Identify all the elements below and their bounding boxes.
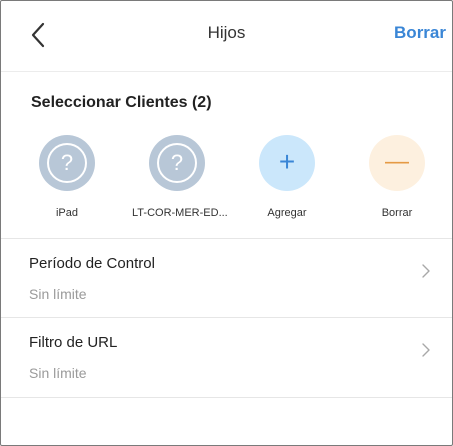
client-label: LT-COR-MER-ED...: [132, 207, 228, 219]
minus-icon: —: [385, 148, 409, 175]
remove-circle: —: [369, 135, 425, 191]
device-avatar: ?: [149, 135, 205, 191]
add-client-button[interactable]: + Agregar: [242, 135, 332, 219]
question-mark-icon: ?: [47, 143, 87, 183]
setting-value: Sin límite: [29, 286, 87, 302]
setting-title: Filtro de URL: [29, 334, 118, 351]
client-item-ipad[interactable]: ? iPad: [22, 135, 112, 219]
remove-label: Borrar: [381, 207, 413, 219]
question-mark-icon: ?: [157, 143, 197, 183]
header-bar: Hijos Borrar: [1, 1, 452, 72]
delete-button[interactable]: Borrar: [394, 23, 446, 43]
add-circle: +: [259, 135, 315, 191]
page-title: Hijos: [207, 23, 246, 42]
setting-row-url-filter[interactable]: Filtro de URL Sin límite: [1, 318, 452, 396]
divider: [1, 397, 452, 398]
setting-value: Sin límite: [29, 365, 87, 381]
device-avatar: ?: [39, 135, 95, 191]
client-label: iPad: [55, 207, 79, 219]
plus-icon: +: [278, 146, 296, 177]
remove-client-button[interactable]: — Borrar: [352, 135, 442, 219]
setting-row-control-period[interactable]: Período de Control Sin límite: [1, 239, 452, 317]
client-item-lt-cor-mer[interactable]: ? LT-COR-MER-ED...: [132, 135, 228, 219]
section-title: Seleccionar Clientes (2): [31, 94, 212, 111]
chevron-right-icon: [422, 264, 430, 278]
add-label: Agregar: [267, 207, 307, 219]
chevron-right-icon: [422, 343, 430, 357]
app-screen: Hijos Borrar Seleccionar Clientes (2) ? …: [0, 0, 453, 446]
setting-title: Período de Control: [29, 255, 155, 272]
